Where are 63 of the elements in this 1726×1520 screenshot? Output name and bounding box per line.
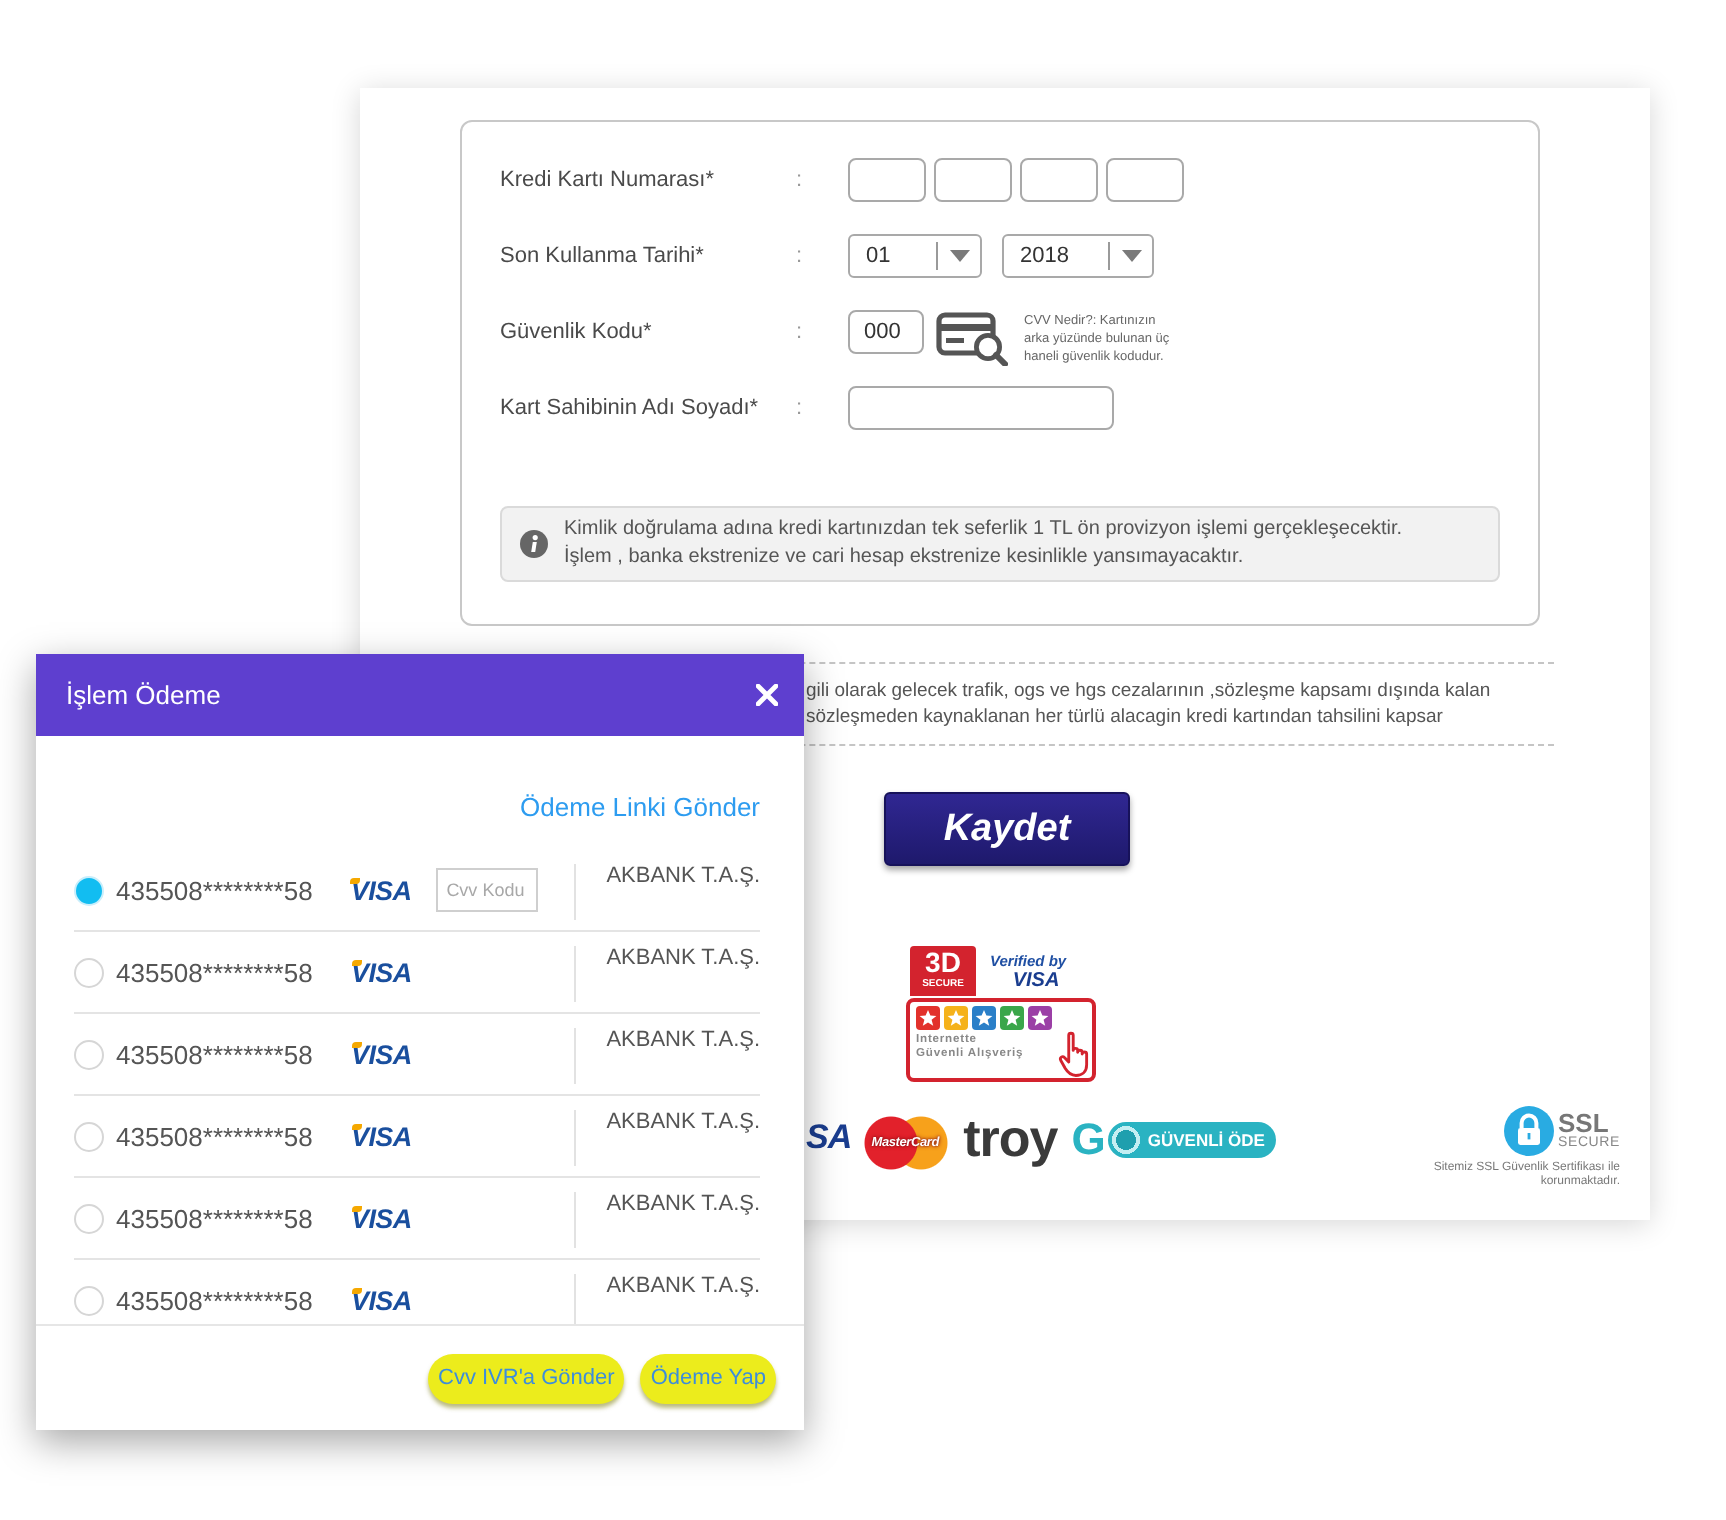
dialog-title: İşlem Ödeme [66, 680, 221, 710]
bank-name: AKBANK T.A.Ş. [606, 1110, 760, 1134]
field-label: Son Kullanma Tarihi* [500, 244, 706, 268]
card-magnifier-icon [936, 312, 1008, 366]
radio-button[interactable] [74, 957, 104, 987]
card-number-field[interactable] [848, 158, 926, 202]
info-icon [520, 530, 548, 558]
field-label: Güvenlik Kodu* [500, 320, 654, 344]
visa-logo: VISA [351, 1285, 415, 1315]
visa-logo: VISA [351, 1039, 415, 1069]
label-separator: : [796, 396, 805, 420]
radio-button[interactable] [74, 1121, 104, 1151]
notice-text: Kimlik doğrulama adına kredi kartınızdan tek seferlik 1 TL ön provizyon işlemi gerçekleşecektir. İşlem , banka ekstrenize ve cari hesap ekstrenize kesinlikle yansımayacaktır. [564, 516, 1403, 572]
bank-name: AKBANK T.A.Ş. [606, 946, 760, 970]
card-number-text: 435508********58 [116, 1203, 315, 1233]
bank-name: AKBANK T.A.Ş. [606, 1192, 760, 1216]
radio-button[interactable] [74, 875, 104, 905]
secure-pay-pill: GÜVENLİ ÖDE [1107, 1122, 1277, 1158]
label-separator: : [796, 244, 805, 268]
star-tile-icon [1000, 1006, 1024, 1030]
date-dropdown[interactable]: 2018 [1002, 234, 1154, 278]
radio-button[interactable] [74, 1203, 104, 1233]
save-button[interactable]: Kaydet [884, 792, 1130, 866]
card-number-field[interactable] [1020, 158, 1098, 202]
security-code-field[interactable]: 000 [848, 310, 924, 354]
caret-icon [949, 250, 969, 262]
cvv-field[interactable]: Cvv Kodu [436, 868, 539, 912]
go-logo-letter: G [1071, 1114, 1106, 1166]
radio-button[interactable] [74, 1039, 104, 1069]
caret-icon [1121, 250, 1141, 262]
visa-logo: VISA [351, 1121, 415, 1151]
card-number-field[interactable] [934, 158, 1012, 202]
star-tile-icon [972, 1006, 996, 1030]
bank-name: AKBANK T.A.Ş. [606, 1274, 760, 1298]
visa-logo: VISA [351, 957, 415, 987]
bank-name: AKBANK T.A.Ş. [606, 1028, 760, 1052]
bank-name: AKBANK T.A.Ş. [606, 864, 760, 888]
ssl-title: SSL [1558, 1110, 1609, 1136]
label-separator: : [796, 168, 805, 192]
card-number-text: 435508********58 [116, 1285, 315, 1315]
card-number-text: 435508********58 [116, 1121, 315, 1151]
field-label: Kredi Kartı Numarası* [500, 168, 716, 192]
date-dropdown[interactable]: 01 [848, 234, 982, 278]
star-tile-icon [916, 1006, 940, 1030]
radio-button[interactable] [74, 1285, 104, 1315]
lock-icon [1504, 1106, 1555, 1156]
card-number-text: 435508********58 [116, 875, 315, 905]
troy-logo: troy [963, 1108, 1058, 1168]
three-d-text: 3D [925, 948, 961, 978]
card-number-text: 435508********58 [116, 957, 315, 987]
cardholder-name-field[interactable] [848, 386, 1114, 430]
card-number-text: 435508********58 [116, 1039, 315, 1069]
visa-logo: VISA [1012, 970, 1060, 992]
star-tile-icon [944, 1006, 968, 1030]
visa-logo: SA [806, 1116, 852, 1160]
close-icon[interactable] [756, 684, 778, 706]
label-separator: : [796, 320, 805, 344]
visa-logo: VISA [351, 1203, 415, 1233]
field-label: Kart Sahibinin Adı Soyadı* [500, 396, 761, 420]
visa-logo: VISA [350, 875, 415, 905]
star-tile-icon [1028, 1006, 1052, 1030]
card-number-field[interactable] [1106, 158, 1184, 202]
terms-text: gili olarak gelecek trafik, ogs ve hgs cezalarının ,sözleşme kapsamı dışında kalan sözleşmeden kaynaklanan her türlü alacagin kredi kartından tahsilini kapsar [806, 678, 1493, 730]
